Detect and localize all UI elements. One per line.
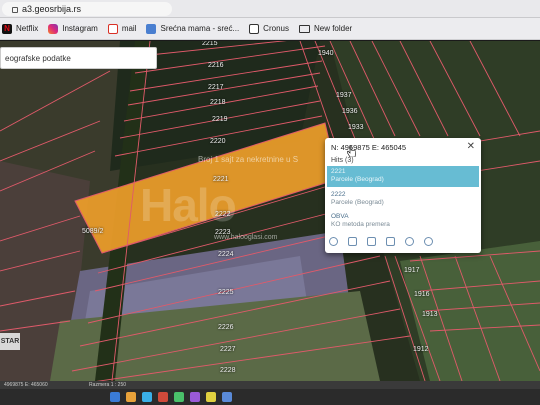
- sun-icon[interactable]: [329, 237, 338, 246]
- parcel-label-1917: 1917: [404, 267, 420, 274]
- result-subtitle: KO metoda premera: [331, 221, 390, 228]
- app-icon[interactable]: [142, 392, 152, 402]
- search-panel-text: eografske podatke: [5, 54, 71, 63]
- bookmark-mail[interactable]: mail: [107, 23, 137, 34]
- parcel-label-2216: 2216: [208, 62, 224, 69]
- bookmark-netflix[interactable]: N Netflix: [2, 23, 39, 34]
- app-icon[interactable]: [158, 392, 168, 402]
- geodata-search-panel[interactable]: eografske podatke: [0, 47, 157, 69]
- result-subtitle: Parcele (Beograd): [331, 176, 384, 183]
- parcel-label-2219: 2219: [212, 116, 228, 123]
- start-button[interactable]: STAR: [0, 333, 20, 350]
- parcel-label-1913: 1913: [422, 311, 438, 318]
- result-title: 2221: [331, 168, 346, 175]
- result-title: 2222: [331, 191, 346, 198]
- parcel-label-2228: 2228: [220, 367, 236, 374]
- parcel-label-1916: 1916: [414, 291, 430, 298]
- parcel-label-2218: 2218: [210, 99, 226, 106]
- popup-hits-count: Hits (3): [331, 157, 354, 164]
- bookmark-instagram[interactable]: Instagram: [48, 23, 98, 34]
- bookmark-label: Instagram: [62, 24, 98, 33]
- app-icon[interactable]: [222, 392, 232, 402]
- bookmark-label: Netflix: [16, 24, 39, 33]
- bookmark-label: mail: [121, 24, 137, 33]
- bookmark-label: New folder: [313, 24, 353, 33]
- parcel-label-1933: 1933: [348, 124, 364, 131]
- netflix-icon: N: [2, 23, 12, 34]
- parcel-label-2215: 2215: [202, 41, 218, 47]
- settings-icon[interactable]: [424, 237, 433, 246]
- close-icon[interactable]: ✕: [467, 141, 475, 152]
- parcel-label-2227: 2227: [220, 346, 236, 353]
- bookmark-label: Cronus: [263, 24, 289, 33]
- parcel-label-1937: 1937: [336, 92, 352, 99]
- url-field[interactable]: a3.geosrbija.rs: [2, 2, 172, 16]
- bookmarks-bar: N Netflix Instagram mail Srećna mama - sr…: [0, 18, 540, 40]
- address-bar: a3.geosrbija.rs: [0, 0, 540, 18]
- bookmark-label: Srećna mama - sreć...: [160, 24, 240, 33]
- map-status-bar: 4969875 E: 465060 Razmera 1 : 250: [0, 381, 540, 389]
- person-icon[interactable]: [405, 237, 414, 246]
- result-item-2221[interactable]: 2221 Parcele (Beograd): [327, 166, 479, 187]
- watermark-logo: Halo: [140, 179, 237, 231]
- parcel-label-1912: 1912: [413, 346, 429, 353]
- app-icon[interactable]: [206, 392, 216, 402]
- result-item-2222[interactable]: 2222 Parcele (Beograd): [327, 189, 479, 210]
- layers-icon[interactable]: [367, 237, 376, 246]
- zoom-to-icon[interactable]: [348, 237, 357, 246]
- app-icon[interactable]: [126, 392, 136, 402]
- pencil-icon[interactable]: [386, 237, 395, 246]
- parcel-label-2226: 2226: [218, 324, 234, 331]
- document-icon: [146, 23, 157, 34]
- watermark-url: www.halooglasi.com: [214, 234, 278, 241]
- gmail-icon: [107, 23, 118, 34]
- cronus-icon: [249, 23, 260, 34]
- result-title: OBVA: [331, 213, 349, 220]
- app-icon[interactable]: [174, 392, 184, 402]
- parcel-label-2220: 2220: [210, 138, 226, 145]
- url-text: a3.geosrbija.rs: [22, 4, 82, 14]
- status-scale: Razmera 1 : 250: [89, 382, 127, 388]
- popup-coordinates: N: 4969875 E: 465045: [331, 143, 407, 152]
- result-item-obva[interactable]: OBVA KO metoda premera: [327, 211, 479, 232]
- parcel-label-2217: 2217: [208, 84, 224, 91]
- lock-icon: [12, 6, 18, 13]
- bookmark-new-folder[interactable]: New folder: [298, 24, 353, 33]
- folder-icon: [298, 24, 310, 33]
- os-taskbar: [0, 389, 540, 405]
- bookmark-cronus[interactable]: Cronus: [249, 23, 289, 34]
- status-coordinates: 4969875 E: 465060: [4, 382, 48, 388]
- parcel-label-2224: 2224: [218, 251, 234, 258]
- parcel-label-5089-2: 5089/2: [82, 228, 104, 235]
- app-icon[interactable]: [190, 392, 200, 402]
- result-subtitle: Parcele (Beograd): [331, 199, 384, 206]
- popup-toolbar: [329, 237, 433, 246]
- parcel-label-1936: 1936: [342, 108, 358, 115]
- pointer-cursor-icon: [347, 145, 356, 157]
- parcel-label-1940: 1940: [318, 50, 334, 57]
- instagram-icon: [48, 23, 59, 34]
- bookmark-srecna-mama[interactable]: Srećna mama - sreć...: [146, 23, 240, 34]
- app-icon[interactable]: [110, 392, 120, 402]
- parcel-label-2225: 2225: [218, 289, 234, 296]
- watermark-tagline: Broj 1 sajt za nekretnine u S: [198, 155, 299, 164]
